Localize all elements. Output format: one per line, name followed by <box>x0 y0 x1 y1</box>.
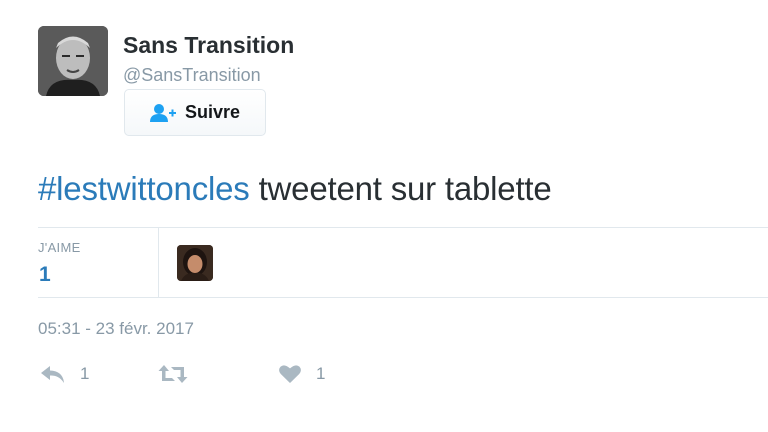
liker-avatar[interactable] <box>177 245 213 281</box>
like-count: 1 <box>316 364 326 383</box>
retweet-icon <box>158 364 188 384</box>
tweet-timestamp[interactable]: 05:31 - 23 févr. 2017 <box>38 319 194 339</box>
user-photo-icon <box>38 26 108 96</box>
likes-label[interactable]: J'AIME <box>38 240 81 255</box>
reply-count: 1 <box>80 364 90 383</box>
display-name[interactable]: Sans Transition <box>123 32 294 59</box>
tweet-stats: J'AIME 1 <box>38 227 768 298</box>
screen-name[interactable]: @SansTransition <box>123 65 261 86</box>
likes-count[interactable]: 1 <box>39 263 51 287</box>
retweet-action[interactable] <box>158 364 188 384</box>
heart-icon <box>278 364 302 384</box>
profile-avatar[interactable] <box>38 26 108 96</box>
follow-button-label: Suivre <box>184 102 241 122</box>
like-action[interactable]: 1 <box>278 364 325 384</box>
reply-action[interactable]: 1 <box>40 364 89 384</box>
user-photo-icon <box>177 245 213 281</box>
hashtag-link[interactable]: #lestwittoncles <box>38 170 250 207</box>
add-user-icon <box>149 103 176 123</box>
reply-icon <box>40 364 66 384</box>
tweet-body: tweetent sur tablette <box>249 170 552 207</box>
follow-button[interactable]: Suivre <box>124 89 266 136</box>
stats-divider <box>158 228 159 297</box>
tweet-text: #lestwittoncles tweetent sur tablette <box>38 170 552 208</box>
